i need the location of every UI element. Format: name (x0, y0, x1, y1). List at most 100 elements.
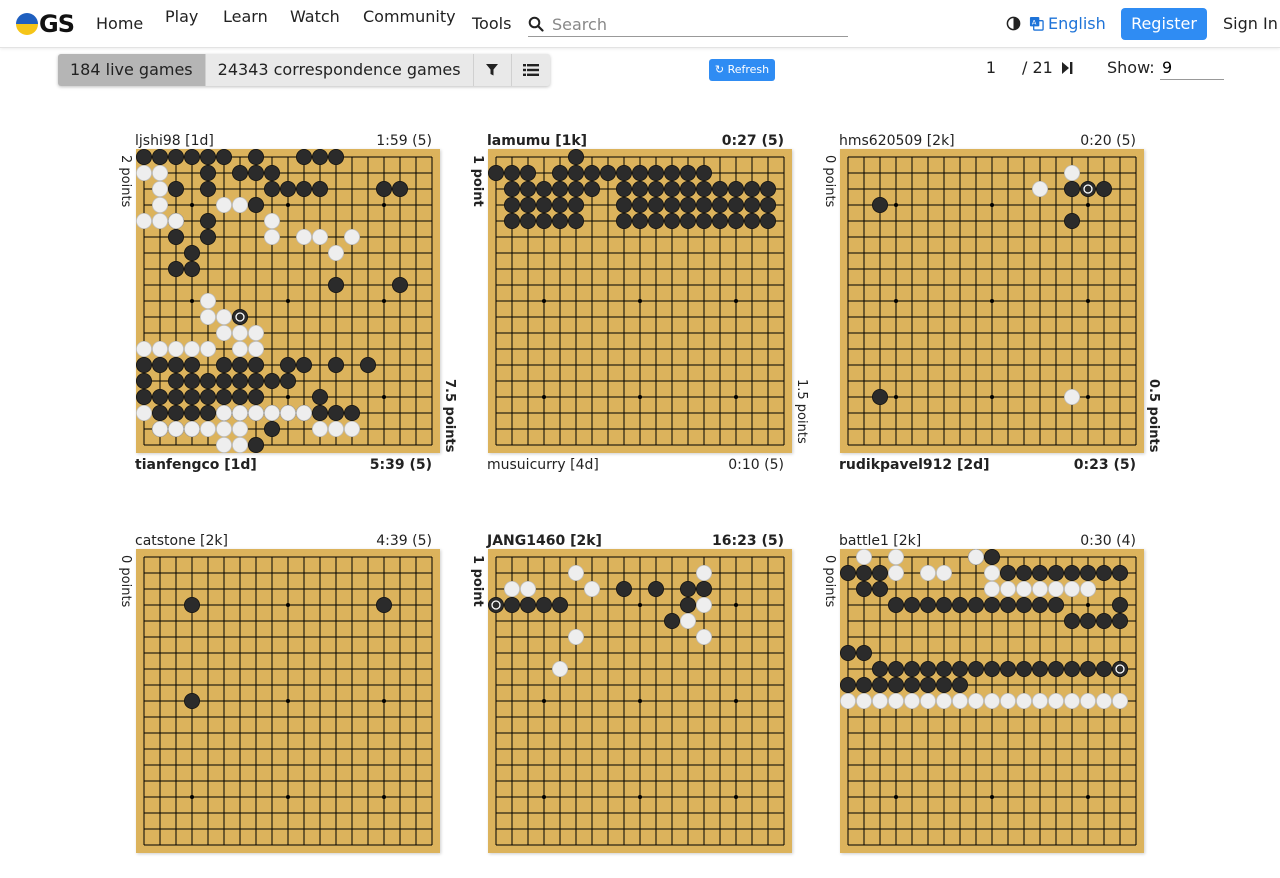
game-card[interactable]: lamumu [1k] 0:27 (5) musuicurry [4d] 0:10 (… (470, 133, 827, 478)
black-stone (1079, 564, 1096, 581)
game-card[interactable]: battle1 [2k] 0:30 (4) 0 points (822, 533, 1179, 878)
black-stone (327, 404, 344, 421)
game-card[interactable]: ljshi98 [1d] 1:59 (5) tianfengco [1d] 5:39 … (118, 133, 475, 478)
star-point (638, 299, 642, 303)
black-stone (184, 372, 201, 389)
black-stone (679, 181, 696, 198)
tab-live-games[interactable]: 184 live games (58, 54, 206, 86)
white-stone (568, 564, 585, 581)
white-stone (855, 549, 872, 565)
star-point (382, 299, 386, 303)
black-stone (840, 676, 856, 693)
bottom-score-label: 0.5 points (1146, 379, 1161, 453)
search-input[interactable] (552, 12, 842, 36)
sign-in-link[interactable]: Sign In (1223, 14, 1278, 33)
black-stone (520, 181, 537, 198)
white-stone (936, 564, 953, 581)
nav-tools[interactable]: Tools (472, 14, 511, 33)
black-stone (920, 661, 937, 678)
black-stone (1015, 661, 1032, 678)
black-stone (679, 581, 696, 598)
board-svg (840, 549, 1137, 846)
game-card[interactable]: catstone [2k] 4:39 (5) 0 points (118, 533, 475, 878)
black-stone (279, 356, 296, 373)
black-stone (1031, 564, 1048, 581)
nav-play[interactable]: Play (165, 7, 198, 26)
nav-learn[interactable]: Learn (223, 7, 268, 26)
black-stone (151, 388, 168, 405)
top-player-name: hms620509 [2k] (839, 133, 955, 149)
black-stone (1079, 181, 1096, 198)
black-stone (679, 597, 696, 614)
black-stone (279, 181, 296, 198)
page-current[interactable]: 1 (976, 58, 1006, 77)
show-count-input[interactable] (1160, 56, 1224, 80)
black-stone (872, 661, 889, 678)
white-stone (168, 340, 185, 357)
black-stone (151, 356, 168, 373)
top-player-name: ljshi98 [1d] (135, 133, 214, 149)
nav-community[interactable]: Community (363, 7, 456, 26)
language-selector[interactable]: A English (1029, 14, 1106, 33)
black-stone (967, 661, 984, 678)
black-stone (840, 645, 856, 662)
white-stone (168, 420, 185, 437)
tab-correspondence-games[interactable]: 24343 correspondence games (205, 54, 474, 86)
logo-text: GS (39, 10, 75, 38)
black-stone (232, 372, 249, 389)
black-stone (391, 276, 408, 293)
black-stone (568, 164, 585, 181)
nav-watch[interactable]: Watch (290, 7, 340, 26)
go-board[interactable] (840, 549, 1144, 853)
black-stone (1079, 613, 1096, 630)
white-stone (552, 661, 569, 678)
top-player-name: JANG1460 [2k] (487, 533, 602, 549)
black-stone (695, 181, 712, 198)
nav-home[interactable]: Home (96, 14, 143, 33)
go-board[interactable] (136, 549, 440, 853)
black-stone (311, 388, 328, 405)
black-stone (216, 372, 233, 389)
black-stone (375, 181, 392, 198)
go-board[interactable] (840, 149, 1144, 453)
black-stone (248, 164, 265, 181)
game-card[interactable]: hms620509 [2k] 0:20 (5) rudikpavel912 [2d]… (822, 133, 1179, 478)
board-svg (488, 556, 785, 846)
black-stone (200, 149, 217, 165)
black-stone (216, 356, 233, 373)
white-stone (200, 292, 217, 309)
black-stone (136, 388, 152, 405)
white-stone (279, 404, 296, 421)
black-stone (552, 597, 569, 614)
top-score-label: 0 points (822, 155, 837, 208)
white-stone (248, 340, 265, 357)
logo[interactable]: GS (16, 10, 75, 38)
refresh-button[interactable]: ↻ Refresh (709, 59, 775, 81)
list-view-button[interactable] (511, 54, 550, 86)
game-card[interactable]: JANG1460 [2k] 16:23 (5) 1 point (470, 533, 827, 878)
black-stone (615, 581, 632, 598)
last-page-icon[interactable] (1061, 61, 1073, 75)
theme-toggle-icon[interactable] (1006, 16, 1021, 31)
black-stone (488, 164, 504, 181)
black-stone (552, 213, 569, 230)
black-stone (904, 597, 921, 614)
filter-button[interactable] (473, 54, 512, 86)
star-point (190, 299, 194, 303)
white-stone (343, 420, 360, 437)
black-stone (359, 356, 376, 373)
go-board[interactable] (136, 149, 440, 453)
white-stone (920, 564, 937, 581)
white-stone (999, 581, 1016, 598)
black-stone (168, 261, 185, 278)
black-stone (855, 676, 872, 693)
black-stone (200, 213, 217, 230)
go-board[interactable] (488, 549, 792, 853)
star-point (638, 699, 642, 703)
white-stone (151, 181, 168, 198)
top-player-clock: 16:23 (5) (712, 533, 784, 549)
go-board[interactable] (488, 149, 792, 453)
black-stone (232, 164, 249, 181)
white-stone (311, 420, 328, 437)
register-button[interactable]: Register (1121, 8, 1207, 40)
